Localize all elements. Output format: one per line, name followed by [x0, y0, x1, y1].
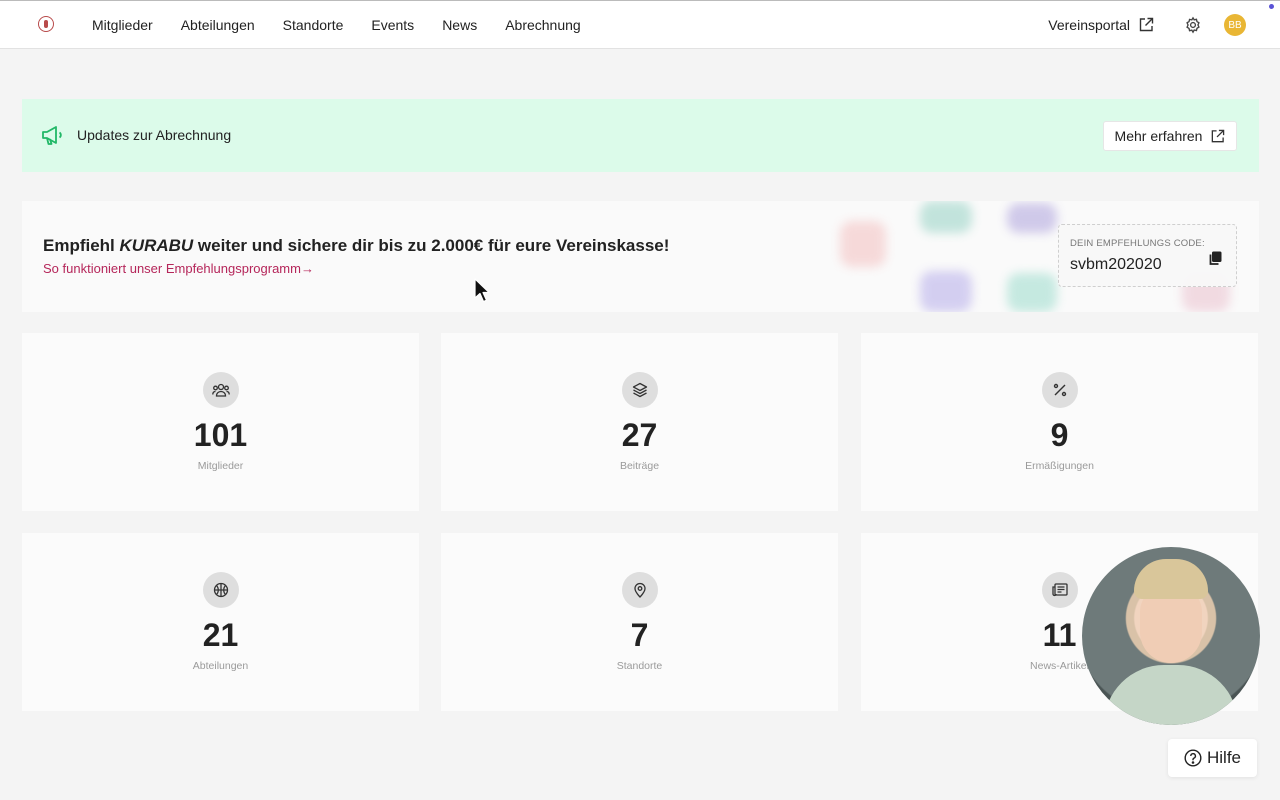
main-nav: Mitglieder Abteilungen Standorte Events …: [92, 1, 609, 49]
stat-value: 27: [621, 417, 658, 453]
nav-item-abteilungen[interactable]: Abteilungen: [181, 17, 255, 33]
stat-value: 7: [630, 617, 649, 653]
vereinsportal-link[interactable]: Vereinsportal: [1048, 17, 1154, 33]
referral-card: Empfiehl KURABU weiter und sichere dir b…: [22, 201, 1259, 312]
referral-brand: KURABU: [119, 236, 194, 255]
decorative-avatar: [1007, 273, 1057, 312]
referral-code-box: DEIN EMPFEHLUNGS CODE: svbm202020: [1058, 224, 1237, 287]
mehr-erfahren-label: Mehr erfahren: [1114, 128, 1203, 144]
stat-label: Mitglieder: [197, 460, 244, 472]
referral-title: Empfiehl KURABU weiter und sichere dir b…: [43, 236, 669, 256]
notification-dot: [1269, 4, 1274, 9]
copy-icon[interactable]: [1208, 251, 1222, 266]
referral-code-label: DEIN EMPFEHLUNGS CODE:: [1070, 238, 1205, 249]
help-label: Hilfe: [1206, 748, 1241, 767]
decorative-avatar: [840, 221, 886, 267]
nav-item-events[interactable]: Events: [371, 17, 414, 33]
stat-label: Standorte: [616, 660, 663, 672]
users-icon: [203, 372, 239, 408]
stat-card-beitraege[interactable]: 27 Beiträge: [441, 333, 838, 511]
stat-value: 9: [1050, 417, 1069, 453]
megaphone-icon: [42, 126, 62, 145]
decorative-avatar: [920, 201, 972, 233]
top-navbar: Mitglieder Abteilungen Standorte Events …: [0, 0, 1280, 49]
nav-item-news[interactable]: News: [442, 17, 477, 33]
webcam-overlay: [1082, 547, 1260, 725]
gear-icon[interactable]: [1184, 16, 1202, 34]
stat-card-ermaessigungen[interactable]: 9 Ermäßigungen: [861, 333, 1258, 511]
nav-item-standorte[interactable]: Standorte: [283, 17, 344, 33]
stat-value: 21: [202, 617, 239, 653]
decorative-avatar: [920, 271, 972, 312]
stat-label: Ermäßigungen: [1025, 460, 1094, 472]
map-pin-icon: [622, 572, 658, 608]
vereinsportal-label: Vereinsportal: [1048, 17, 1130, 33]
webcam-person-shirt: [1104, 665, 1238, 725]
referral-title-suffix: weiter und sichere dir bis zu 2.000€ für…: [193, 236, 670, 255]
help-button[interactable]: Hilfe: [1168, 739, 1257, 777]
update-banner: Updates zur Abrechnung Mehr erfahren: [22, 99, 1259, 172]
external-link-icon: [1139, 17, 1154, 32]
referral-code-value: svbm202020: [1070, 256, 1162, 273]
referral-title-prefix: Empfiehl: [43, 236, 120, 255]
nav-right: Vereinsportal BB: [1048, 1, 1246, 49]
mehr-erfahren-button[interactable]: Mehr erfahren: [1103, 121, 1237, 151]
user-avatar[interactable]: BB: [1224, 14, 1246, 36]
external-link-icon: [1212, 129, 1225, 142]
club-logo-icon[interactable]: [38, 16, 54, 32]
percent-icon: [1042, 372, 1078, 408]
layers-icon: [622, 372, 658, 408]
newspaper-icon: [1042, 572, 1078, 608]
stat-label: Beiträge: [619, 460, 660, 472]
webcam-person-hair: [1134, 559, 1208, 599]
ball-icon: [203, 572, 239, 608]
stat-value: 101: [193, 417, 248, 453]
arrow-right-icon: →: [300, 261, 314, 276]
banner-text: Updates zur Abrechnung: [77, 127, 232, 143]
stat-card-mitglieder[interactable]: 101 Mitglieder: [22, 333, 419, 511]
nav-item-mitglieder[interactable]: Mitglieder: [92, 17, 153, 33]
question-circle-icon: [1184, 749, 1202, 767]
stat-label: Abteilungen: [192, 660, 249, 672]
mouse-cursor-icon: [474, 278, 490, 303]
referral-program-link[interactable]: So funktioniert unser Empfehlungsprogram…: [43, 261, 314, 276]
referral-link-label: So funktioniert unser Empfehlungsprogram…: [43, 261, 301, 276]
stat-card-standorte[interactable]: 7 Standorte: [441, 533, 838, 711]
nav-item-abrechnung[interactable]: Abrechnung: [505, 17, 581, 33]
stat-card-abteilungen[interactable]: 21 Abteilungen: [22, 533, 419, 711]
decorative-avatar: [1007, 203, 1057, 233]
